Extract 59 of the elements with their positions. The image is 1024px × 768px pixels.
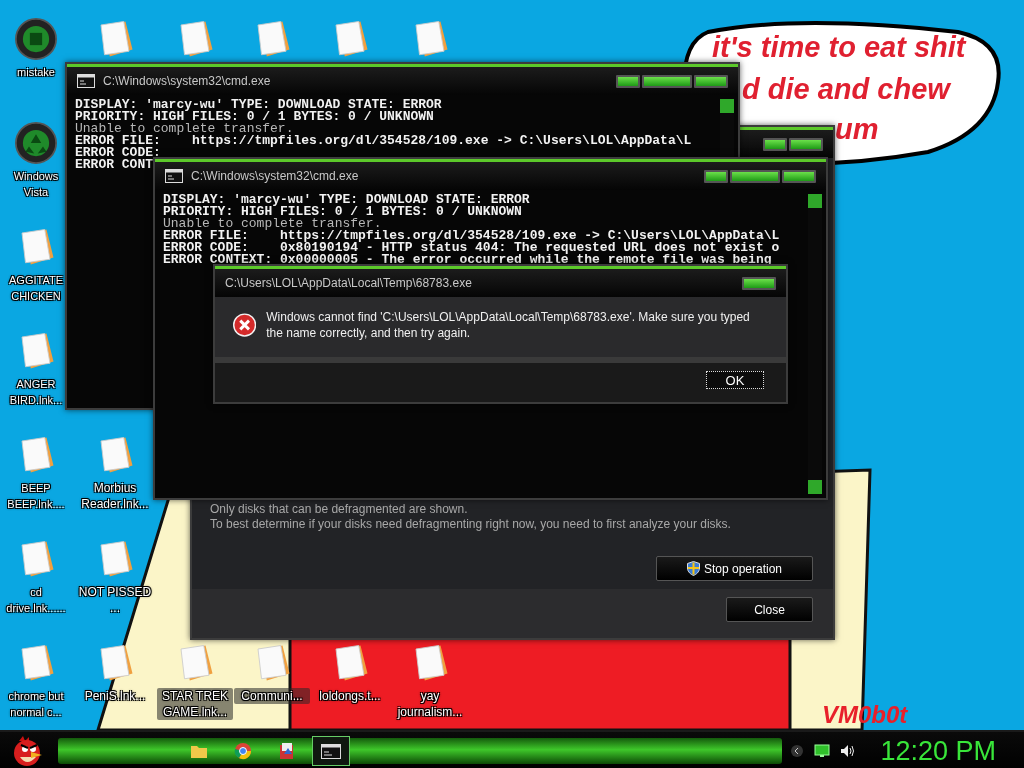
minimize-button[interactable]: [704, 169, 728, 183]
console-icon: [321, 743, 341, 759]
icon-label: chrome but normal c...: [7, 689, 65, 720]
window-title: C:\Windows\system32\cmd.exe: [191, 169, 360, 183]
disc-icon[interactable]: [15, 18, 57, 60]
console-icon: [77, 74, 95, 88]
bubble-text: it's time to eat shit: [712, 30, 966, 64]
monitor-icon[interactable]: [814, 744, 831, 758]
icon-label: cd drive.lnk......: [6, 585, 66, 616]
minimize-button[interactable]: [616, 74, 640, 88]
chevron-icon[interactable]: [790, 744, 805, 758]
stop-operation-button[interactable]: Stop operation: [656, 556, 813, 581]
bubble-text: d die and chew: [742, 72, 950, 106]
info-text: To best determine if your disks need defragmenting right now, you need to first analyze your disks.: [210, 517, 732, 532]
speaker-icon[interactable]: [840, 744, 857, 758]
taskbar-item[interactable]: [312, 736, 350, 766]
recycle-icon[interactable]: [15, 122, 57, 164]
console-line: DISPLAY: 'marcy-wu' TYPE: DOWNLOAD STATE: ERROR: [75, 99, 442, 111]
maximize-button[interactable]: [642, 74, 692, 88]
console-line: ERROR CODE:: [75, 147, 161, 159]
dialog-title: C:\Users\LOL\AppData\Local\Temp\68783.exe: [225, 276, 473, 290]
console-icon: [165, 169, 183, 183]
console-line: ERROR CONT: [75, 159, 153, 171]
ok-button[interactable]: OK: [706, 371, 764, 389]
folder-icon: [190, 743, 208, 759]
icon-label: AGGITATE CHICKEN: [8, 273, 64, 304]
icon-label: loldongs.t...: [318, 688, 382, 704]
minimize-button[interactable]: [763, 137, 787, 151]
close-button[interactable]: [742, 276, 776, 290]
shield-icon: [686, 561, 700, 576]
console-line: ERROR CONTEXT: 0x00000005 - The error occurred while the remote file was being: [163, 254, 772, 266]
close-button[interactable]: Close: [726, 597, 813, 622]
console-line: PRIORITY: HIGH FILES: 0 / 1 BYTES: 0 / UNKNOWN: [163, 206, 522, 218]
chrome-icon: [234, 742, 252, 760]
icon-label: Morbius Reader.lnk...: [80, 480, 150, 512]
info-text: Only disks that can be defragmented are shown.: [210, 502, 469, 517]
console-line: Unable to complete transfer.: [75, 123, 294, 135]
maximize-button[interactable]: [789, 137, 823, 151]
console-line: Unable to complete transfer.: [163, 218, 382, 230]
clock[interactable]: 12:20 PM: [880, 736, 996, 766]
close-button[interactable]: [782, 169, 816, 183]
maximize-button[interactable]: [730, 169, 780, 183]
bubble-text: um: [835, 112, 879, 146]
icon-label: BEEP BEEP.lnk....: [6, 481, 66, 512]
icon-label: ANGER BIRD.lnk...: [8, 377, 64, 408]
console-line: ERROR CODE: 0x80190194 - HTTP status 404: The requested URL does not exist o: [163, 242, 780, 254]
app-icon: [278, 742, 296, 760]
scrollbar[interactable]: [808, 194, 822, 494]
icon-label: Windows Vista: [12, 169, 60, 200]
close-button[interactable]: [694, 74, 728, 88]
error-message: Windows cannot find 'C:\Users\LOL\AppData\Local\Temp\68783.exe'. Make sure you typed the name correctly, and then try again.: [266, 309, 751, 341]
icon-label: mistake: [16, 65, 56, 80]
window-title: C:\Windows\system32\cmd.exe: [103, 74, 272, 88]
console-line: PRIORITY: HIGH FILES: 0 / 1 BYTES: 0 / UNKNOWN: [75, 111, 434, 123]
icon-label: yay journalism...: [396, 688, 464, 720]
console-line: DISPLAY: 'marcy-wu' TYPE: DOWNLOAD STATE: ERROR: [163, 194, 530, 206]
console-line: ERROR FILE: https://tmpfiles.org/dl/354528/109.exe -> C:\Users\LOL\AppData\L: [163, 230, 780, 242]
console-line: ERROR FILE: https://tmpfiles.org/dl/354528/109.exe -> C:\Users\LOL\AppData\L: [75, 135, 692, 147]
icon-label: STAR TREK GAME.lnk...: [157, 688, 233, 720]
